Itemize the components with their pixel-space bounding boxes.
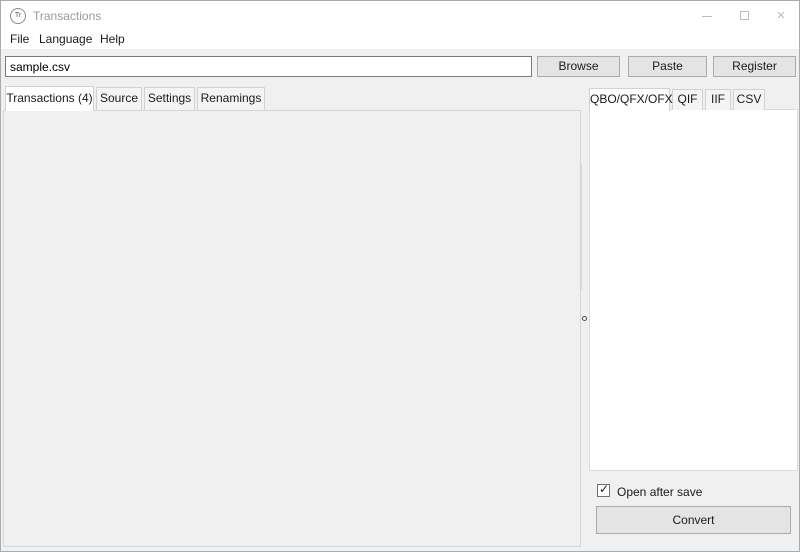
convert-button[interactable]: Convert [596, 506, 791, 534]
close-button[interactable]: × [763, 1, 799, 31]
close-icon: × [776, 7, 786, 24]
menu-language[interactable]: Language [39, 32, 92, 46]
window-title: Transactions [33, 9, 102, 23]
file-path-input[interactable] [5, 56, 532, 77]
browse-button[interactable]: Browse [537, 56, 620, 77]
tab-settings[interactable]: Settings [144, 87, 195, 110]
tab-qbo-qfx-ofx[interactable]: QBO/QFX/OFX [589, 88, 673, 111]
panel-splitter-handle[interactable] [582, 316, 587, 321]
tab-csv[interactable]: CSV [733, 89, 765, 110]
menu-bar: File Language Help [1, 31, 799, 49]
open-after-save-checkbox[interactable] [597, 482, 610, 497]
tab-transactions[interactable]: Transactions (4) [5, 86, 94, 111]
app-icon: Tr [10, 8, 26, 24]
tab-renamings[interactable]: Renamings [197, 87, 265, 110]
tab-source[interactable]: Source [96, 87, 142, 110]
register-button[interactable]: Register [713, 56, 796, 77]
minimize-button[interactable] [689, 1, 725, 31]
maximize-icon [739, 11, 749, 20]
title-bar[interactable]: Tr Transactions × [1, 1, 799, 31]
qbo-tab-page [589, 109, 798, 471]
tab-qif[interactable]: QIF [672, 89, 703, 110]
open-after-save-label: Open after save [617, 485, 703, 499]
minimize-icon [702, 16, 712, 17]
paste-button[interactable]: Paste [628, 56, 707, 77]
app-window: Tr Transactions × File Language Help Bro… [0, 0, 800, 552]
menu-help[interactable]: Help [100, 32, 125, 46]
maximize-button[interactable] [726, 1, 762, 31]
transactions-tab-page [3, 110, 581, 547]
menu-file[interactable]: File [10, 32, 29, 46]
tab-iif[interactable]: IIF [705, 89, 731, 110]
